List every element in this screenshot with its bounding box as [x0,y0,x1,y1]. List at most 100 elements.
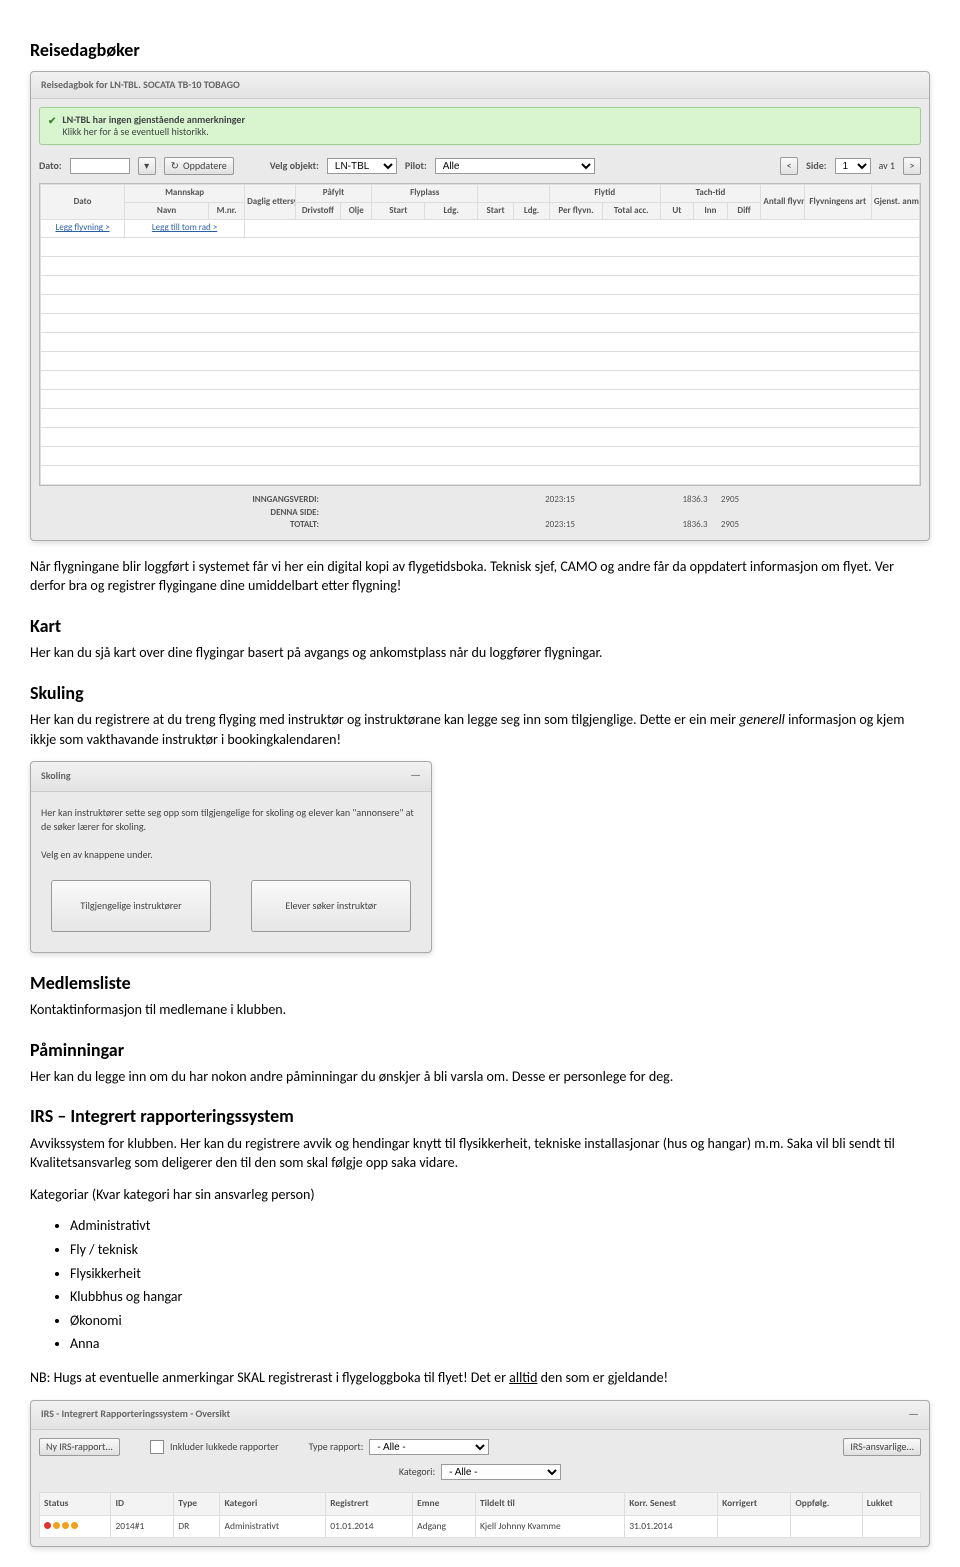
sub-perflyvn: Per flyvn. [550,202,603,220]
banner-line2: Klikk her for å se eventuell historikk. [62,126,245,138]
elever-soker-instruktor-button[interactable]: Elever søker instruktør [251,880,411,932]
list-item: Flysikkerheit [70,1264,930,1284]
skuling-body: Her kan du registrere at du treng flygin… [30,710,930,749]
dato-input[interactable] [70,158,130,174]
status-banner[interactable]: ✔ LN-TBL har ingen gjenstående anmerknin… [39,107,921,145]
next-page-button[interactable]: > [903,157,921,175]
irs-nb-post: den som er gjeldande! [537,1369,668,1386]
tilgjengelige-instruktorer-button[interactable]: Tilgjengelige instruktører [51,880,211,932]
skuling-italic: generell [739,711,785,728]
list-item: Administrativt [70,1216,930,1236]
col-type: Type [174,1493,220,1515]
irs-table: Status ID Type Kategori Registrert Emne … [39,1492,921,1538]
totals-block: INNGANGSVERDI: 2023:15 1836.3 2905 DENNA… [31,490,929,540]
reisedagboker-body: Når flygningane blir loggført i systemet… [30,557,930,596]
type-rapport-label: Type rapport: [309,1440,364,1454]
col-flytid: Flytid [550,185,660,203]
sub-ut: Ut [660,202,694,220]
sub-mnr: M.nr. [209,202,245,220]
sub-navn: Navn [125,202,209,220]
sub-inn: Inn [694,202,728,220]
skoling-desc1: Her kan instruktører sette seg opp som t… [41,806,421,834]
col-flyplass: Flyplass [372,185,478,203]
col-id: ID [111,1493,174,1515]
col-mannskap: Mannskap [125,185,245,203]
type-cell: DR [174,1515,220,1537]
flight-grid: Dato Mannskap Daglig ettersyn Påfylt Fly… [39,183,921,486]
totals-inngang-flytid: 2023:15 [535,494,585,507]
col-emne: Emne [413,1493,476,1515]
medlemsliste-body: Kontaktinformasjon til medlemane i klubb… [30,1000,930,1020]
col-korr-senest: Korr. Senest [625,1493,718,1515]
irs-body: Avvikssystem for klubben. Her kan du reg… [30,1134,930,1173]
section-title-irs: IRS – Integrert rapporteringssystem [30,1104,930,1129]
prev-page-button[interactable]: < [780,157,798,175]
check-icon: ✔ [48,114,56,128]
calendar-icon[interactable]: ▾ [138,157,156,175]
kategori-cell: Administrativt [220,1515,326,1537]
totals-inngang-label: INNGANGSVERDI: [39,494,325,507]
totals-totalt-flytid: 2023:15 [535,519,585,532]
list-item: Økonomi [70,1311,930,1331]
irs-categories-list: Administrativt Fly / teknisk Flysikkerhe… [70,1216,930,1354]
add-flight-link[interactable]: Legg flyvning > [41,220,125,238]
col-pafylt: Påfylt [295,185,372,203]
oppdatere-button[interactable]: ↻ Oppdatere [164,157,234,175]
paminningar-body: Her kan du legge inn om du har nokon and… [30,1067,930,1087]
sub-totalacc: Total acc. [602,202,660,220]
reisedagbok-toolbar: Dato: ▾ ↻ Oppdatere Velg objekt: LN-TBL … [31,153,929,183]
status-cell [40,1515,111,1537]
list-item: Anna [70,1334,930,1354]
skuling-pre: Her kan du registrere at du treng flygin… [30,711,739,728]
col-dato: Dato [41,185,125,220]
minimize-icon[interactable]: — [410,768,421,785]
emne-cell: Adgang [413,1515,476,1537]
sub-ldg2: Ldg. [514,202,550,220]
side-label: Side: [806,159,826,173]
col-ettersyn: Daglig ettersyn [245,185,295,220]
skoling-panel: Skoling — Her kan instruktører sette seg… [30,761,432,953]
inkluder-lukkede-checkbox[interactable] [150,1440,164,1454]
irs-panel-header: IRS - Integrert Rapporteringssystem - Ov… [41,1407,230,1424]
col-lukket: Lukket [862,1493,920,1515]
velg-objekt-label: Velg objekt: [270,159,319,173]
irs-nb: NB: Hugs at eventuelle anmerkingar SKAL … [30,1368,930,1388]
ny-irs-rapport-button[interactable]: Ny IRS-rapport... [39,1438,120,1456]
col-status: Status [40,1493,111,1515]
velg-objekt-select[interactable]: LN-TBL [327,158,397,174]
col-empty1 [478,185,550,203]
sub-ldg1: Ldg. [425,202,478,220]
sub-drivstoff: Drivstoff [295,202,341,220]
col-korrigert: Korrigert [718,1493,791,1515]
totals-totalt-ant: 2905 [715,519,745,532]
totals-totalt-tach: 1836.3 [675,519,715,532]
kart-body: Her kan du sjå kart over dine flygingar … [30,643,930,663]
irs-nb-underline: alltid [509,1369,537,1386]
totals-inngang-tach: 1836.3 [675,494,715,507]
kategori-select[interactable]: - Alle - [441,1464,561,1480]
sub-diff: Diff [727,202,761,220]
type-rapport-select[interactable]: - Alle - [369,1439,489,1455]
tildelt-cell: Kjell Johnny Kvamme [475,1515,624,1537]
add-empty-row-link[interactable]: Legg till tom rad > [125,220,245,238]
totals-inngang-ant: 2905 [715,494,745,507]
kategori-label: Kategori: [399,1465,435,1479]
minimize-icon[interactable]: — [908,1407,919,1424]
pilot-select[interactable]: Alle [435,158,595,174]
registrert-cell: 01.01.2014 [326,1515,413,1537]
irs-ansvarlige-button[interactable]: IRS-ansvarlige... [843,1438,921,1456]
korr-senest-cell: 31.01.2014 [625,1515,718,1537]
sub-olje: Olje [341,202,372,220]
irs-nb-pre: NB: Hugs at eventuelle anmerkingar SKAL … [30,1369,509,1386]
table-row[interactable]: 2014#1 DR Administrativt 01.01.2014 Adga… [40,1515,921,1537]
col-tildelt: Tildelt til [475,1493,624,1515]
totals-totalt-label: TOTALT: [39,519,325,532]
pilot-label: Pilot: [405,159,427,173]
section-title-medlemsliste: Medlemsliste [30,971,930,996]
reisedagbok-panel: Reisedagbok for LN-TBL. SOCATA TB-10 TOB… [30,71,930,541]
section-title-skuling: Skuling [30,681,930,706]
sub-start2: Start [478,202,514,220]
side-select[interactable]: 1 [835,158,871,174]
totals-side-label: DENNA SIDE: [39,507,325,520]
section-title-kart: Kart [30,614,930,639]
